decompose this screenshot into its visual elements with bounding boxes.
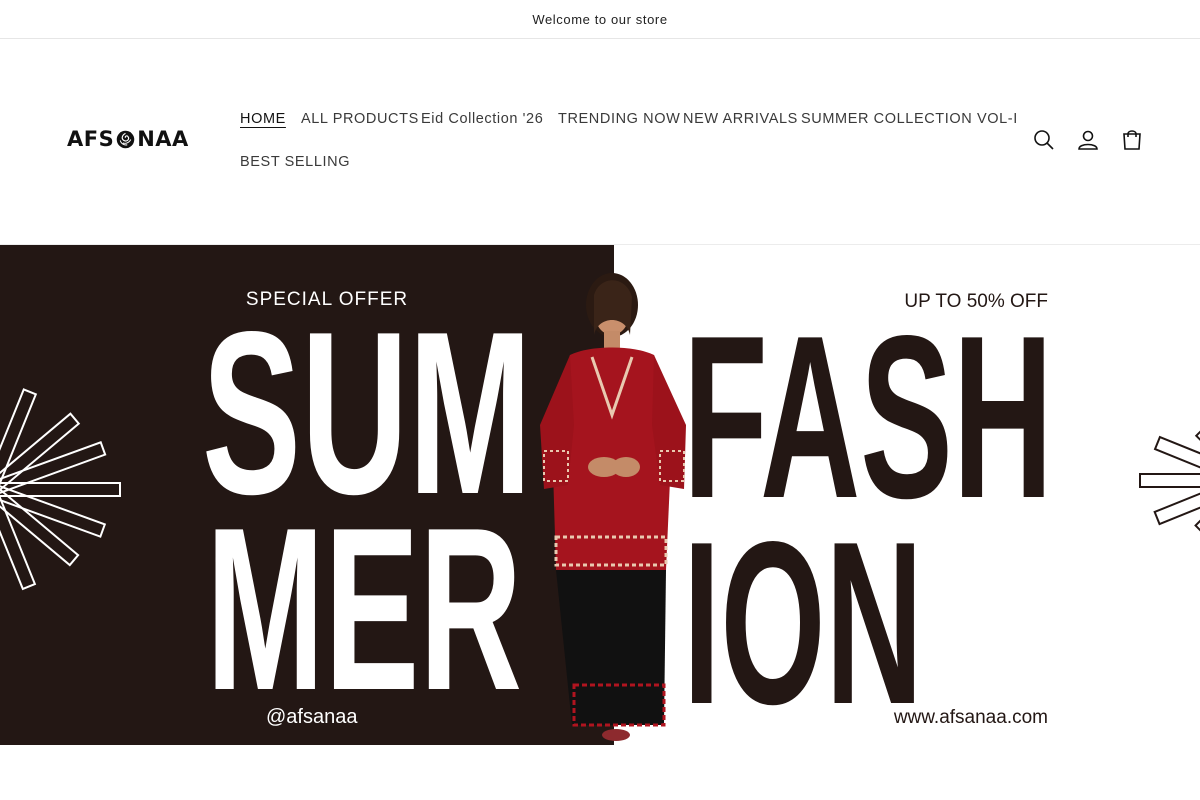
handle-text: @afsanaa	[266, 706, 358, 728]
website-text: www.afsanaa.com	[893, 707, 1048, 728]
hero-banner[interactable]: SPECIAL OFFER SUM MER @afsanaa UP TO 50%…	[0, 245, 1200, 745]
search-icon[interactable]	[1032, 128, 1056, 152]
logo[interactable]: AFS NAA	[67, 127, 189, 151]
starburst-right-icon	[1139, 425, 1200, 537]
word-mer: MER	[206, 480, 522, 739]
logo-text-left: AFS	[67, 127, 115, 151]
nav-item-eid-collection[interactable]: Eid Collection '26	[421, 111, 543, 127]
logo-text-right: NAA	[137, 127, 189, 151]
below-hero-area	[0, 745, 1200, 800]
announcement-text: Welcome to our store	[532, 11, 668, 27]
nav-item-best-selling[interactable]: BEST SELLING	[240, 154, 350, 170]
account-icon[interactable]	[1076, 128, 1100, 152]
nav-item-new-arrivals[interactable]: NEW ARRIVALS	[683, 111, 798, 127]
site-header: AFS NAA HOME ALL PRODUCTS Eid Collection…	[0, 39, 1200, 245]
nav-item-trending-now[interactable]: TRENDING NOW	[558, 111, 680, 127]
hero-artwork: SPECIAL OFFER SUM MER @afsanaa UP TO 50%…	[0, 273, 1200, 745]
model-figure	[540, 273, 686, 741]
nav-item-home[interactable]: HOME	[240, 111, 286, 127]
starburst-left-icon	[0, 388, 121, 591]
cart-icon[interactable]	[1120, 128, 1144, 152]
announcement-bar: Welcome to our store	[0, 0, 1200, 39]
rose-logo-icon	[115, 129, 136, 150]
nav-item-summer-collection[interactable]: SUMMER COLLECTION VOL-I	[801, 111, 1018, 127]
word-ion: ION	[683, 494, 923, 745]
nav-item-all-products[interactable]: ALL PRODUCTS	[301, 111, 419, 127]
